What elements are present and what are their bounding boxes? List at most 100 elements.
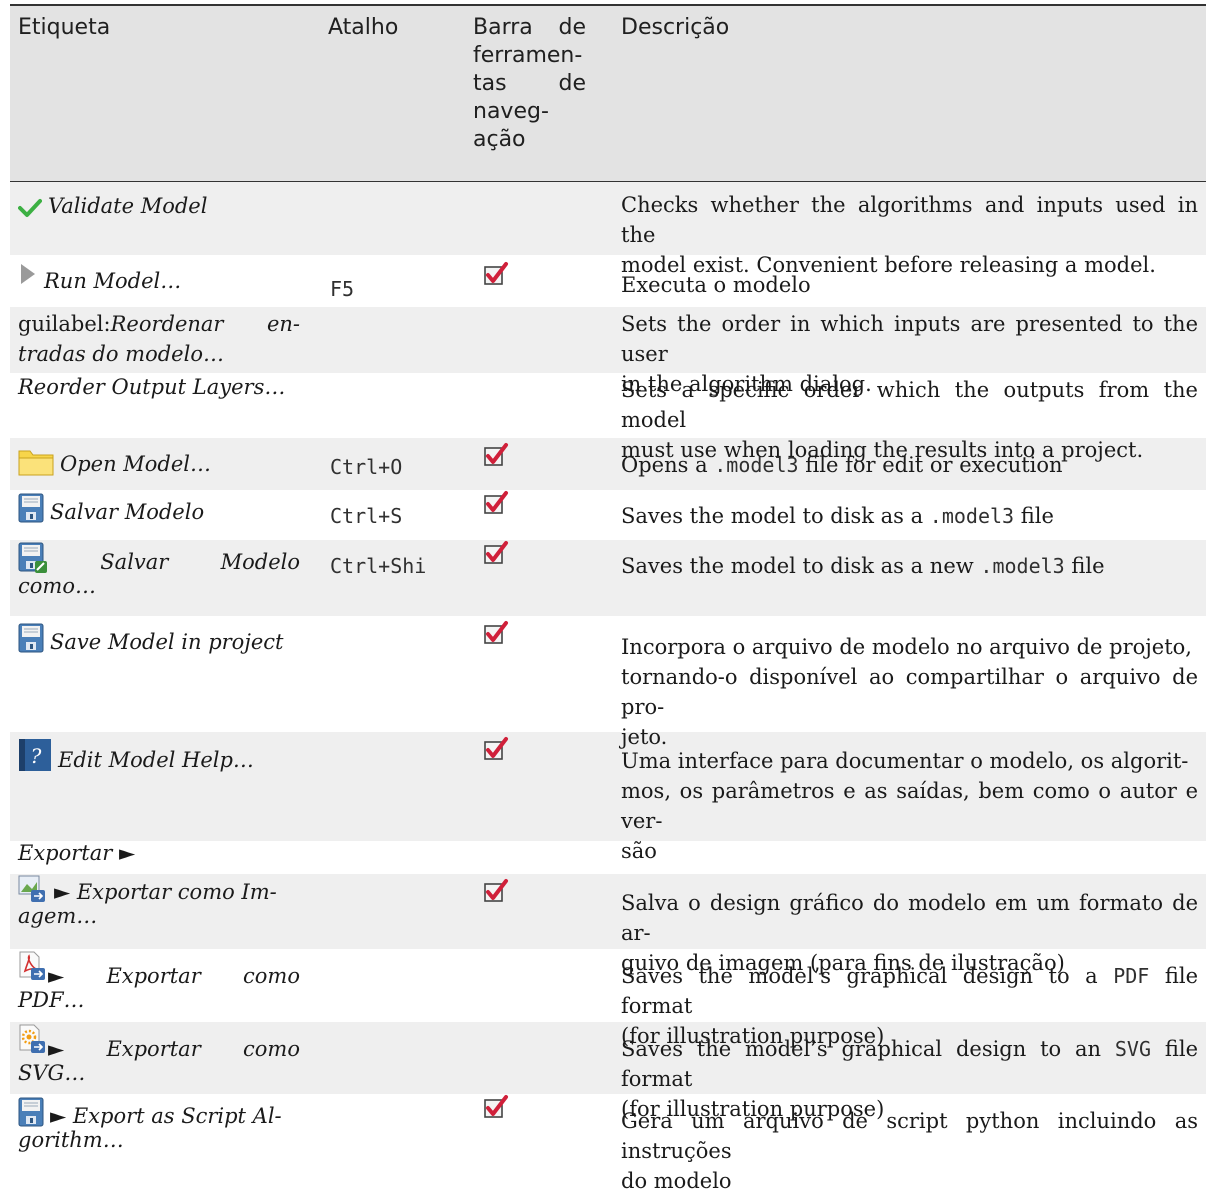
checkbox-checked-icon — [483, 490, 509, 516]
row-shortcut — [320, 949, 461, 1022]
row-label-text: ► Exportar como Im- — [54, 880, 277, 904]
checkbox-checked-icon — [483, 736, 509, 762]
desc-code: .model3 — [714, 453, 799, 477]
row-toolbar — [461, 490, 613, 540]
desc-line: Sets the order in which inputs are prese… — [621, 312, 1198, 366]
row-description: Uma interface para documentar o modelo, … — [613, 732, 1206, 863]
row-label: guilabel:Reordenar en- tradas do modelo… — [10, 307, 320, 373]
table-row: Salvar Modelo como… Ctrl+Shi Saves the m… — [10, 540, 1206, 616]
row-label-text: Salvar — [100, 550, 169, 574]
row-label: Reorder Output Layers… — [18, 375, 286, 399]
header-toolbar-text: naveg- — [473, 99, 549, 124]
table-row: Save Model in project Incorpora o arquiv… — [10, 616, 1206, 749]
row-label-text: Exportar — [106, 964, 201, 988]
row-toolbar — [461, 373, 613, 438]
desc-text: file — [1064, 554, 1105, 578]
row-label-text: Edit Model Help… — [58, 748, 254, 772]
row-label-text: agem… — [18, 904, 98, 928]
row-description: Saves the model’s graphical design to a … — [613, 949, 1206, 1048]
row-label-text: Salvar Modelo — [50, 500, 205, 524]
row-label: ► Exportar como PDF… — [10, 949, 320, 1022]
row-toolbar — [461, 307, 613, 373]
row-description: Incorpora o arquivo de modelo no arquivo… — [613, 616, 1206, 749]
save-as-icon — [18, 542, 47, 573]
row-toolbar — [461, 438, 613, 490]
desc-text: Opens a — [621, 453, 715, 477]
header-toolbar-text: ação — [473, 127, 526, 152]
row-toolbar — [461, 616, 613, 732]
row-label-text: Save Model in project — [50, 630, 284, 654]
row-label-text: como — [243, 1037, 300, 1061]
table-row: guilabel:Reordenar en- tradas do modelo… … — [10, 307, 1206, 396]
row-label: Validate Model — [10, 182, 320, 255]
row-toolbar — [461, 1094, 613, 1170]
row-description: Sets a specific order which the outputs … — [613, 373, 1206, 462]
table-row: Exportar ► — [10, 841, 1206, 874]
row-toolbar — [461, 255, 613, 307]
row-toolbar — [461, 841, 613, 874]
row-shortcut — [320, 616, 461, 732]
table-row: Open Model… Ctrl+O Opens a .model3 file … — [10, 438, 1206, 490]
header-toolbar-text: tas — [473, 71, 507, 96]
row-shortcut: F5 — [330, 277, 355, 301]
row-label-text: gorithm… — [18, 1128, 124, 1152]
desc-code: .model3 — [929, 504, 1015, 528]
commands-table: Etiqueta Atalho Barra de ferramen- tas de … — [10, 4, 1206, 1193]
play-icon — [21, 264, 35, 284]
desc-line: Gera um arquivo de script python incluin… — [621, 1109, 1198, 1163]
save-icon — [18, 1096, 44, 1128]
save-icon — [18, 492, 44, 524]
row-shortcut: Ctrl+O — [330, 455, 403, 479]
row-label: Exportar ► — [18, 841, 136, 865]
row-description: Sets the order in which inputs are prese… — [613, 307, 1206, 396]
checkbox-checked-icon — [483, 540, 509, 566]
table-row: ► Export as Script Al- gorithm… Gera um … — [10, 1094, 1206, 1193]
row-label-text: como — [243, 964, 300, 988]
table-row: Validate Model Checks whether the algori… — [10, 182, 1206, 277]
row-toolbar — [461, 732, 613, 841]
row-label-text: tradas do modelo… — [18, 342, 224, 366]
table-row: Run Model… F5 Executa o modelo — [10, 255, 1206, 307]
checkbox-checked-icon — [483, 261, 509, 287]
validate-check-icon — [18, 199, 42, 217]
desc-text: file — [1014, 504, 1054, 528]
desc-text: Saves the model to disk as a — [621, 504, 930, 528]
row-description: Saves the model to disk as a new .model3… — [613, 540, 1206, 616]
row-description: Executa o modelo — [621, 273, 811, 297]
row-shortcut — [320, 732, 461, 841]
row-label-text: Run Model… — [44, 269, 182, 293]
export-image-icon — [18, 875, 45, 902]
row-shortcut — [320, 182, 461, 255]
help-book-icon: ? — [19, 739, 51, 771]
row-shortcut — [320, 373, 461, 438]
header-label: Etiqueta — [18, 15, 111, 40]
desc-line: mos, os parâmetros e as saídas, bem como… — [621, 779, 1198, 833]
svg-text:?: ? — [31, 744, 42, 768]
row-label-text: Exportar — [106, 1037, 201, 1061]
row-label: Run Model… — [10, 255, 320, 307]
row-label: Salvar Modelo como… — [10, 540, 320, 616]
row-description: Saves the model’s graphical design to an… — [613, 1022, 1206, 1121]
row-label: Save Model in project — [10, 616, 320, 732]
checkbox-checked-icon — [483, 620, 509, 646]
row-label: ► Exportar como SVG… — [10, 1022, 320, 1094]
desc-code: SVG — [1114, 1037, 1152, 1061]
checkbox-checked-icon — [483, 878, 509, 904]
desc-line: Salva o design gráfico do modelo em um f… — [621, 891, 1198, 945]
header-toolbar-text: de — [558, 71, 587, 96]
header-shortcut: Atalho — [328, 15, 399, 40]
row-toolbar — [461, 874, 613, 949]
row-shortcut — [320, 307, 461, 373]
row-description: Gera um arquivo de script python incluin… — [613, 1094, 1206, 1193]
row-shortcut — [320, 1022, 461, 1094]
desc-code: .model3 — [980, 554, 1065, 578]
desc-line: tornando-o disponível ao compartilhar o … — [621, 665, 1198, 719]
checkbox-checked-icon — [483, 442, 509, 468]
row-description: Saves the model to disk as a .model3 fil… — [613, 490, 1206, 540]
table-row: ► Exportar como SVG… Saves the model’s g… — [10, 1022, 1206, 1121]
row-label-text: SVG… — [18, 1061, 86, 1085]
table-row: Salvar Modelo Ctrl+S Saves the model to … — [10, 490, 1206, 540]
table-row: Reorder Output Layers… Sets a specific o… — [10, 373, 1206, 462]
table-row: ► Exportar como PDF… Saves the model’s g… — [10, 949, 1206, 1048]
row-label-text: Open Model… — [60, 452, 212, 476]
